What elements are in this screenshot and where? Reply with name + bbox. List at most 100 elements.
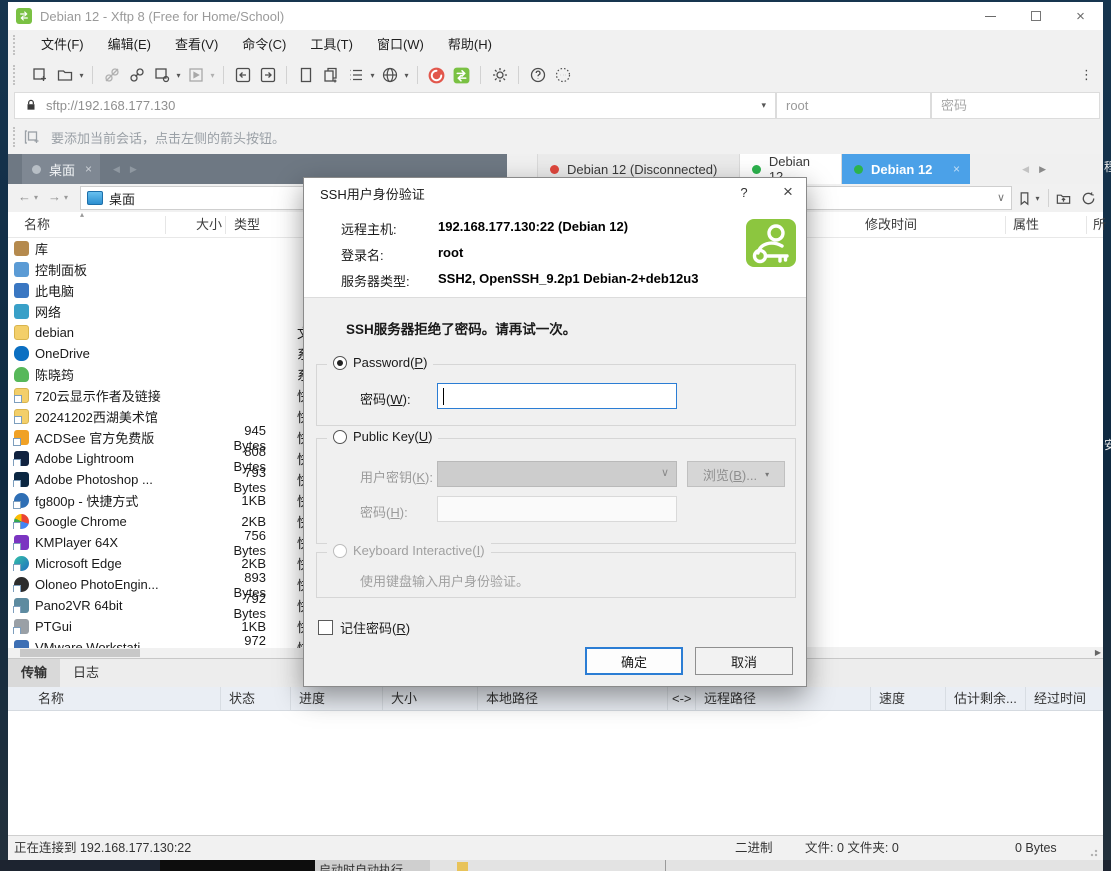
bookmark-icon[interactable] <box>1016 190 1033 207</box>
forward-history-caret[interactable]: ▾ <box>64 193 68 202</box>
open-session-button[interactable] <box>52 63 77 88</box>
toolbar-overflow-icon[interactable]: ⋮ <box>1080 67 1093 83</box>
column-divider[interactable] <box>225 216 226 234</box>
dialog-close-button[interactable]: × <box>769 178 807 208</box>
minimize-button[interactable] <box>968 2 1013 30</box>
column-header-owner[interactable]: 所 <box>1093 212 1106 238</box>
col-eta[interactable]: 估计剩余... <box>945 687 1025 710</box>
back-button[interactable] <box>230 63 255 88</box>
public-key-radio-row[interactable]: Public Key(U) <box>327 429 438 444</box>
file-name: ACDSee 官方免费版 <box>35 428 154 447</box>
file-icon <box>14 535 29 550</box>
back-arrow-icon[interactable]: ← <box>18 189 31 204</box>
gear-icon <box>491 66 509 84</box>
file-name: 控制面板 <box>35 260 87 279</box>
column-divider[interactable] <box>1086 216 1087 234</box>
column-header-name[interactable]: 名称 <box>24 212 50 238</box>
password-input[interactable] <box>932 93 1099 118</box>
disconnect-button[interactable] <box>99 63 124 88</box>
local-horizontal-scrollbar[interactable] <box>8 648 303 658</box>
file-name: Google Chrome <box>35 514 127 529</box>
view-list-button[interactable] <box>343 63 368 88</box>
xftp-button[interactable] <box>449 63 474 88</box>
col-size[interactable]: 大小 <box>382 687 477 710</box>
help-button[interactable] <box>525 63 550 88</box>
menu-item[interactable]: 工具(T) <box>298 30 365 60</box>
menu-item[interactable]: 命令(C) <box>230 30 298 60</box>
forward-arrow-icon[interactable]: → <box>48 189 61 204</box>
address-dropdown-icon[interactable]: ▾ <box>761 100 766 111</box>
remember-password-row[interactable]: 记住密码(R) <box>318 618 410 637</box>
password-group: Password(P) 密码(W): <box>316 364 796 426</box>
close-button[interactable]: × <box>1058 2 1103 30</box>
cancel-button[interactable]: 取消 <box>695 647 793 675</box>
scrollbar-thumb[interactable] <box>20 649 140 657</box>
col-local-path[interactable]: 本地路径 <box>477 687 667 710</box>
toolbar-separator <box>518 66 519 84</box>
remember-password-checkbox[interactable] <box>318 620 333 635</box>
maximize-button[interactable] <box>1013 2 1058 30</box>
column-header-type[interactable]: 类型 <box>234 212 260 238</box>
menu-item[interactable]: 帮助(H) <box>436 30 504 60</box>
menu-item[interactable]: 查看(V) <box>163 30 230 60</box>
col-elapsed[interactable]: 经过时间 <box>1025 687 1103 710</box>
column-divider[interactable] <box>1005 216 1006 234</box>
local-tab-scroll-left-icon[interactable]: ◀ <box>108 164 125 175</box>
session-properties-button[interactable] <box>149 63 174 88</box>
tab-status-dot <box>32 165 41 174</box>
password-radio-row[interactable]: Password(P) <box>327 355 433 370</box>
username-input[interactable] <box>777 93 930 118</box>
tab-close-icon[interactable]: × <box>85 162 92 176</box>
duplicate-button[interactable] <box>318 63 343 88</box>
col-status[interactable]: 状态 <box>220 687 290 710</box>
column-header-attributes[interactable]: 属性 <box>1013 212 1039 238</box>
col-speed[interactable]: 速度 <box>870 687 945 710</box>
settings-button[interactable] <box>487 63 512 88</box>
background-text-strip: 启动时自动执行 <box>315 860 430 871</box>
about-button[interactable] <box>550 63 575 88</box>
dialog-password-input[interactable] <box>437 383 677 409</box>
column-header-modified[interactable]: 修改时间 <box>865 212 917 238</box>
open-session-caret[interactable]: ▾ <box>77 71 86 80</box>
address-url-field[interactable]: sftp://192.168.177.130 ▾ <box>14 92 776 119</box>
tab-transfer[interactable]: 传输 <box>8 659 60 687</box>
view-list-caret[interactable]: ▾ <box>368 71 377 80</box>
session-properties-caret[interactable]: ▾ <box>174 71 183 80</box>
encoding-caret[interactable]: ▾ <box>402 71 411 80</box>
col-name[interactable]: 名称 <box>8 687 220 710</box>
menu-item[interactable]: 窗口(W) <box>365 30 436 60</box>
col-direction[interactable]: <-> <box>667 687 695 710</box>
keyboard-radio-label: Keyboard Interactive(I) <box>353 543 485 558</box>
run-button[interactable] <box>183 63 208 88</box>
tab-desktop[interactable]: 桌面 × <box>22 154 100 184</box>
tab-log[interactable]: 日志 <box>60 659 112 687</box>
new-window-button[interactable] <box>293 63 318 88</box>
remote-tab-scroll-right-icon[interactable]: ▶ <box>1034 164 1051 175</box>
password-radio[interactable] <box>333 356 347 370</box>
menu-item[interactable]: 编辑(E) <box>96 30 163 60</box>
col-remote-path[interactable]: 远程路径 <box>695 687 870 710</box>
forward-button[interactable] <box>255 63 280 88</box>
tab-debian12-active[interactable]: Debian 12 × <box>842 154 970 184</box>
resize-grip[interactable] <box>1090 847 1100 857</box>
encoding-button[interactable] <box>377 63 402 88</box>
ok-button[interactable]: 确定 <box>585 647 683 675</box>
dialog-help-button[interactable]: ? <box>729 178 759 208</box>
public-key-radio[interactable] <box>333 430 347 444</box>
xshell-button[interactable] <box>424 63 449 88</box>
folder-up-icon[interactable] <box>1055 190 1072 207</box>
scroll-right-icon[interactable]: ▶ <box>1095 648 1101 657</box>
back-history-caret[interactable]: ▾ <box>34 193 38 202</box>
remote-tab-scroll-left-icon[interactable]: ◀ <box>1017 164 1034 175</box>
local-tab-scroll-right-icon[interactable]: ▶ <box>125 164 142 175</box>
bookmark-caret[interactable]: ▾ <box>1033 194 1042 203</box>
refresh-icon[interactable] <box>1080 190 1097 207</box>
col-progress[interactable]: 进度 <box>290 687 382 710</box>
column-header-size[interactable]: 大小 <box>165 212 222 238</box>
file-icon <box>14 409 29 424</box>
reconnect-button[interactable] <box>124 63 149 88</box>
tab-close-icon[interactable]: × <box>953 162 960 176</box>
path-combo-chevron-icon[interactable]: ∨ <box>997 191 1005 204</box>
new-session-button[interactable] <box>27 63 52 88</box>
menu-item[interactable]: 文件(F) <box>29 30 96 60</box>
